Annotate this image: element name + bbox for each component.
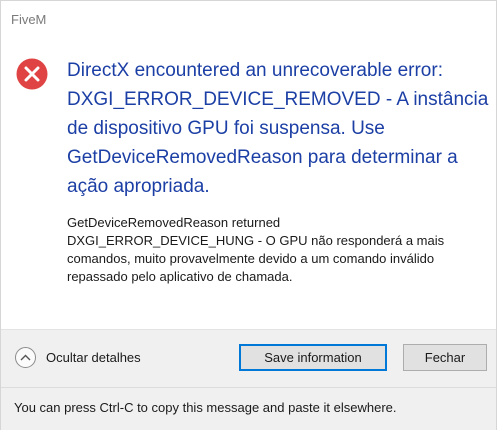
error-dialog-window: FiveM DirectX encountered an unrecoverab… <box>0 0 497 430</box>
details-toggle[interactable]: Ocultar detalhes <box>15 346 141 368</box>
content-text: GetDeviceRemovedReason returned DXGI_ERR… <box>67 214 491 286</box>
window-title: FiveM <box>11 12 47 27</box>
dialog-footer: Ocultar detalhes Save information Fechar… <box>1 329 496 430</box>
title-bar[interactable]: FiveM <box>1 1 496 35</box>
content-line-2: DXGI_ERROR_DEVICE_HUNG - O GPU não respo… <box>67 233 445 284</box>
footer-divider <box>1 387 496 388</box>
content-line-1: GetDeviceRemovedReason returned <box>67 215 281 230</box>
close-button[interactable]: Fechar <box>403 344 487 371</box>
details-toggle-label: Ocultar detalhes <box>46 349 141 365</box>
save-information-button[interactable]: Save information <box>239 344 387 371</box>
main-instruction: DirectX encountered an unrecoverable err… <box>67 60 489 197</box>
error-icon <box>16 58 48 90</box>
footnote-text: You can press Ctrl-C to copy this messag… <box>14 400 397 415</box>
chevron-up-icon[interactable] <box>15 346 36 368</box>
